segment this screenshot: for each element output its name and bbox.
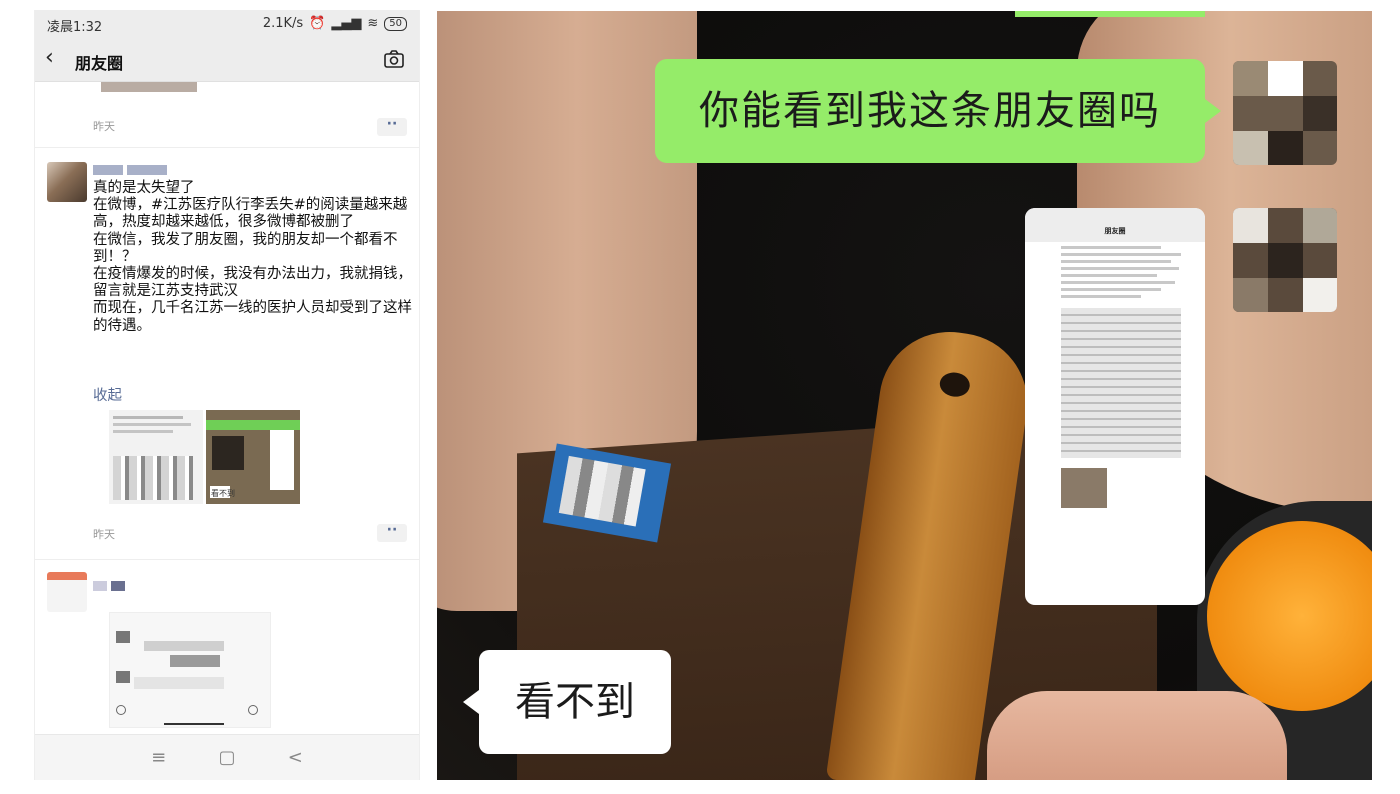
- green-chat-bubble: 你能看到我这条朋友圈吗: [655, 59, 1221, 163]
- nickname[interactable]: [93, 162, 171, 178]
- post-line: 在微博，#江苏医疗队行李丢失#的阅读量越来越高，热度却越来越低，很多微博都被删了: [93, 197, 408, 231]
- mini-nav-bar: 朋友圈: [1025, 208, 1205, 242]
- status-bar: 凌晨1:32 2.1K/s ⏰ ▂▄▆ ≋ 50: [35, 10, 419, 38]
- collapse-link[interactable]: 收起: [93, 384, 122, 405]
- menu-icon[interactable]: ≡: [151, 747, 166, 768]
- back-nav-icon[interactable]: <: [288, 747, 303, 768]
- post-images: 看不到: [109, 410, 300, 504]
- page-title: 朋友圈: [75, 54, 124, 73]
- post-image-thumbnail[interactable]: [101, 82, 197, 92]
- post-line: 真的是太失望了: [93, 180, 195, 196]
- nav-bar: ‹ 朋友圈: [35, 38, 419, 82]
- more-button[interactable]: ··: [377, 117, 407, 136]
- post-image[interactable]: [109, 612, 271, 728]
- post-image[interactable]: [109, 410, 203, 504]
- avatar[interactable]: [47, 572, 87, 612]
- status-icons: 2.1K/s ⏰ ▂▄▆ ≋ 50: [263, 16, 407, 31]
- back-icon[interactable]: ‹: [45, 47, 54, 69]
- wifi-icon: ≋: [367, 16, 379, 31]
- avatar[interactable]: [47, 162, 87, 202]
- nickname[interactable]: [93, 578, 129, 594]
- post-text: 真的是太失望了 在微博，#江苏医疗队行李丢失#的阅读量越来越高，热度却越来越低，…: [93, 180, 413, 335]
- post-time: 昨天: [93, 120, 115, 133]
- post-line: 在微信，我发了朋友圈，我的朋友却一个都看不到！？: [93, 231, 398, 265]
- blurred-avatar: [1233, 61, 1337, 165]
- shared-screenshot: 朋友圈: [1025, 208, 1205, 605]
- hand: [987, 691, 1287, 780]
- signal-icon: ▂▄▆: [331, 16, 362, 31]
- list-item: 真的是太失望了 在微博，#江苏医疗队行李丢失#的阅读量越来越高，热度却越来越低，…: [35, 148, 419, 560]
- green-bubble-top: [1015, 11, 1205, 17]
- alarm-icon: ⏰: [309, 16, 326, 31]
- post-line: 而现在，几千名江苏一线的医护人员却受到了这样的待遇。: [93, 300, 412, 334]
- battery-icon: 50: [384, 16, 407, 31]
- status-time: 凌晨1:32: [47, 20, 103, 35]
- home-icon[interactable]: ▢: [218, 747, 235, 768]
- camera-icon[interactable]: [383, 49, 405, 73]
- list-item: [35, 560, 419, 760]
- network-speed: 2.1K/s: [262, 16, 304, 31]
- system-nav-bar: ≡ ▢ <: [35, 734, 419, 780]
- post-image[interactable]: 看不到: [206, 410, 300, 504]
- image-caption: 看不到: [211, 489, 235, 498]
- more-button[interactable]: ··: [377, 523, 407, 542]
- phone-screenshot: 凌晨1:32 2.1K/s ⏰ ▂▄▆ ≋ 50 ‹ 朋友圈 昨天 ·· 真的是…: [34, 10, 420, 780]
- blurred-avatar: [1233, 208, 1337, 312]
- post-time: 昨天: [93, 528, 115, 541]
- post-line: 在疫情爆发的时候，我没有办法出力，我就捐钱，留言就是江苏支持武汉: [93, 266, 412, 300]
- white-chat-bubble: 看不到: [463, 650, 671, 754]
- photo-panel: 你能看到我这条朋友圈吗 看不到 朋友圈: [437, 11, 1372, 780]
- list-item: 昨天 ··: [35, 82, 419, 148]
- mini-page-title: 朋友圈: [1104, 227, 1126, 235]
